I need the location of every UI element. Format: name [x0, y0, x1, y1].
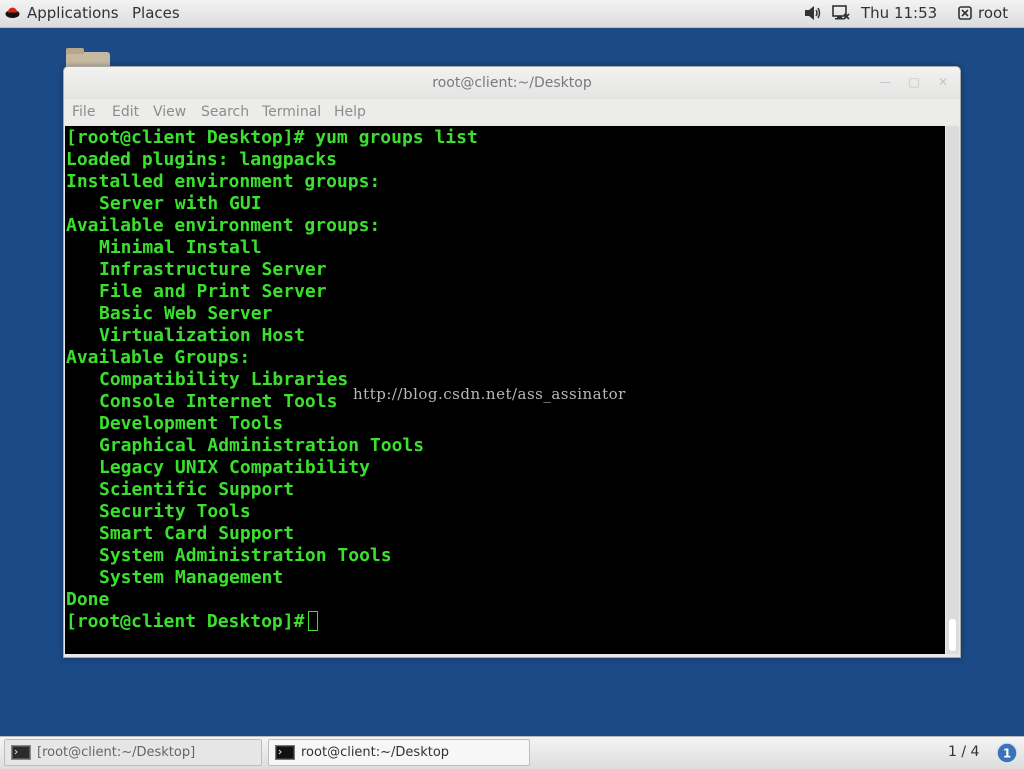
terminal-line: [root@client Desktop]# yum groups list [66, 127, 478, 148]
places-menu[interactable]: Places [132, 5, 180, 22]
workspace-switcher-icon[interactable]: 1 [996, 742, 1018, 764]
terminal-line: Infrastructure Server [99, 259, 327, 280]
network-icon[interactable] [832, 5, 850, 21]
terminal-line: Virtualization Host [99, 325, 305, 346]
menu-file[interactable]: File [72, 104, 95, 120]
terminal-line: Scientific Support [99, 479, 295, 500]
redhat-logo-icon[interactable] [5, 6, 20, 19]
user-icon [958, 6, 972, 20]
volume-icon[interactable] [804, 5, 822, 21]
watermark-text: http://blog.csdn.net/ass_assinator [353, 385, 626, 403]
taskbar-item-active[interactable]: root@client:~/Desktop [268, 739, 530, 766]
terminal-line: Development Tools [99, 413, 284, 434]
terminal-line: Smart Card Support [99, 523, 295, 544]
terminal-line: Security Tools [99, 501, 251, 522]
maximize-icon[interactable]: □ [907, 75, 921, 89]
bottom-panel: [root@client:~/Desktop] root@client:~/De… [0, 736, 1024, 769]
menu-bar: File Edit View Search Terminal Help [64, 99, 960, 125]
close-icon[interactable]: ✕ [936, 75, 950, 89]
applications-menu[interactable]: Applications [27, 5, 119, 22]
terminal-app-icon [11, 745, 31, 760]
clock[interactable]: Thu 11:53 [861, 5, 937, 22]
menu-view[interactable]: View [153, 104, 186, 120]
svg-text:1: 1 [1003, 747, 1011, 761]
minimize-icon[interactable]: — [878, 75, 892, 89]
terminal-line: Installed environment groups: [66, 171, 381, 192]
terminal-prompt-line: [root@client Desktop]# [66, 611, 478, 633]
top-panel: Applications Places Thu 11:53 root [0, 0, 1024, 28]
menu-terminal[interactable]: Terminal [262, 104, 321, 120]
terminal-prompt: [root@client Desktop]# [66, 611, 305, 632]
window-titlebar[interactable]: root@client:~/Desktop — □ ✕ [64, 67, 960, 99]
terminal-lines: [root@client Desktop]# yum groups list Lo… [66, 127, 478, 633]
terminal-scrollbar[interactable] [946, 126, 959, 654]
terminal-line: System Administration Tools [99, 545, 392, 566]
terminal-cursor [308, 611, 319, 631]
taskbar-item-inactive[interactable]: [root@client:~/Desktop] [4, 739, 262, 766]
terminal-line: Basic Web Server [99, 303, 273, 324]
scrollbar-thumb[interactable] [949, 619, 956, 651]
workspace-indicator[interactable]: 1 / 4 [948, 744, 979, 760]
terminal-app-icon [275, 745, 295, 760]
terminal-line: Minimal Install [99, 237, 262, 258]
taskbar-item-label: root@client:~/Desktop [301, 745, 450, 760]
terminal-line: System Management [99, 567, 284, 588]
terminal-line: Done [66, 589, 110, 610]
terminal-line: Legacy UNIX Compatibility [99, 457, 370, 478]
terminal-line: Available Groups: [66, 347, 251, 368]
menu-search[interactable]: Search [201, 104, 249, 120]
terminal-line: Loaded plugins: langpacks [66, 149, 337, 170]
menu-help[interactable]: Help [334, 104, 366, 120]
window-title: root@client:~/Desktop [432, 75, 592, 91]
terminal-line: Graphical Administration Tools [99, 435, 425, 456]
terminal-window: root@client:~/Desktop — □ ✕ File Edit Vi… [63, 66, 961, 658]
terminal-line: Server with GUI [99, 193, 262, 214]
terminal-line: Available environment groups: [66, 215, 381, 236]
taskbar-item-label: [root@client:~/Desktop] [37, 745, 196, 760]
user-menu[interactable]: root [978, 5, 1008, 22]
terminal-line: File and Print Server [99, 281, 327, 302]
menu-edit[interactable]: Edit [112, 104, 139, 120]
